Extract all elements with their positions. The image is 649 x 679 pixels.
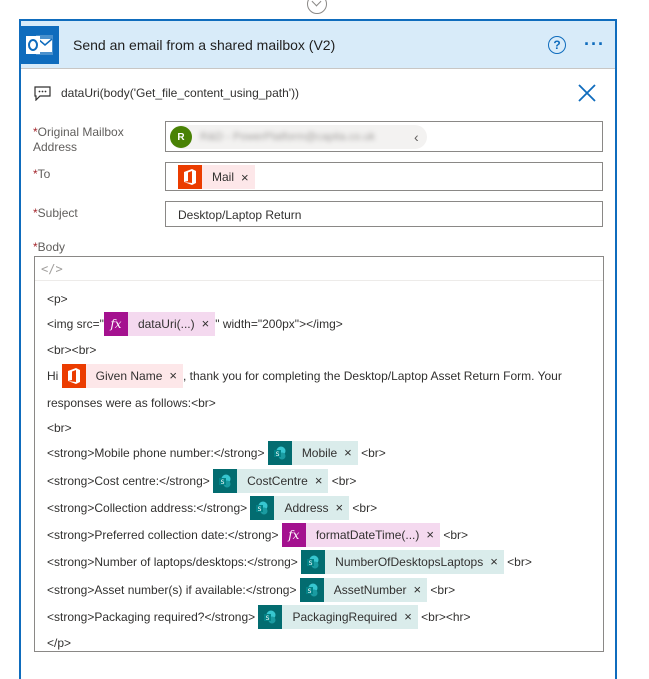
body-line: <img src=" fx dataUri(...) × " width="200p… [47,310,591,337]
body-line: <strong>Collection address:</strong> S Ad… [47,494,591,521]
action-card: Send an email from a shared mailbox (V2)… [19,19,617,679]
sharepoint-icon: S [267,441,292,465]
remove-token-icon[interactable]: × [315,473,323,489]
body-line: <strong>Cost centre:</strong> S CostCentr… [47,467,591,494]
number-of-desktops-token[interactable]: S NumberOfDesktopsLaptops × [301,550,504,574]
svg-text:S: S [258,506,262,513]
body-code[interactable]: <p> <img src=" fx dataUri(...) × " width="… [35,281,603,662]
remove-token-icon[interactable]: × [344,445,352,461]
sharepoint-icon: S [301,550,326,574]
action-header[interactable]: Send an email from a shared mailbox (V2)… [21,21,615,69]
asset-number-token[interactable]: S AssetNumber × [299,577,428,602]
body-label: *Body [33,240,66,254]
to-token[interactable]: Mail × [178,165,255,189]
action-title: Send an email from a shared mailbox (V2) [73,36,336,53]
sharepoint-icon: S [299,577,324,602]
remove-token-icon[interactable]: × [426,527,434,543]
datauri-token[interactable]: fx dataUri(...) × [103,311,216,336]
svg-text:S: S [221,479,225,486]
mailbox-value: R&D - PowerPlatform@capita.co.uk [200,131,376,143]
mailbox-persona-chip[interactable]: R R&D - PowerPlatform@capita.co.uk ‹ [170,125,427,149]
body-line: <p> [47,291,68,306]
packaging-required-token[interactable]: S PackagingRequired × [258,604,418,629]
sharepoint-icon: S [258,604,283,629]
expression-text: dataUri(body('Get_file_content_using_pat… [61,86,300,100]
body-line: <br> [47,420,72,435]
body-line: <strong>Packaging required?</strong> S Pa… [47,603,591,630]
remove-token-icon[interactable]: × [414,582,422,598]
mobile-token[interactable]: S Mobile × [267,441,358,465]
subject-input[interactable]: Desktop/Laptop Return [165,201,603,227]
remove-token-icon[interactable]: × [336,500,344,516]
flow-connector-arrow-icon [307,0,327,14]
svg-text:S: S [266,615,270,622]
format-date-token[interactable]: fx formatDateTime(...) × [281,522,440,547]
svg-text:S: S [307,588,311,595]
body-line: <strong>Preferred collection date:</stro… [47,521,591,548]
sharepoint-icon: S [250,495,275,520]
body-editor[interactable]: </> <p> <img src=" fx dataUri(...) × " wid… [34,256,604,652]
body-line: responses were as follows:<br> [47,395,216,410]
code-view-icon[interactable]: </> [41,262,63,276]
chevron-left-icon[interactable]: ‹ [414,129,419,145]
remove-token-icon[interactable]: × [404,609,412,625]
comment-icon [34,85,51,101]
cost-centre-token[interactable]: S CostCentre × [213,468,329,493]
body-line: <br><br> [47,343,97,357]
body-line: </p> [47,636,72,650]
avatar: R [170,126,192,148]
remove-token-icon[interactable]: × [169,368,177,384]
remove-token-icon[interactable]: × [490,554,498,570]
svg-text:S: S [309,560,313,567]
address-token[interactable]: S Address × [250,495,350,520]
body-line: <strong>Number of laptops/desktops:</str… [47,548,591,576]
remove-token-icon[interactable]: × [202,316,210,332]
body-line: <strong>Asset number(s) if available:</s… [47,576,591,603]
mailbox-field[interactable]: R R&D - PowerPlatform@capita.co.uk ‹ [165,121,603,152]
body-line: Hi Given Name × , thank you for completin… [47,363,591,389]
office-icon [178,165,202,189]
remove-token-icon[interactable]: × [241,170,249,185]
sharepoint-icon: S [213,468,238,493]
mailbox-label: *Original Mailbox Address [33,125,124,154]
subject-label: *Subject [33,206,78,220]
help-icon[interactable]: ? [548,35,567,54]
to-field[interactable]: Mail × [165,162,603,191]
code-view-toggle[interactable]: </> [35,257,603,281]
body-line: <strong>Mobile phone number:</strong> SM… [47,439,591,467]
given-name-token[interactable]: Given Name × [61,364,183,388]
expression-fx-icon: fx [103,311,128,336]
office-icon [61,364,86,388]
more-options-icon[interactable]: ··· [584,34,605,55]
close-icon[interactable] [577,83,597,103]
expression-fx-icon: fx [281,522,306,547]
svg-text:S: S [275,451,279,458]
expression-bar: dataUri(body('Get_file_content_using_pat… [21,69,615,117]
outlook-icon [21,25,59,64]
to-label: *To [33,167,51,181]
